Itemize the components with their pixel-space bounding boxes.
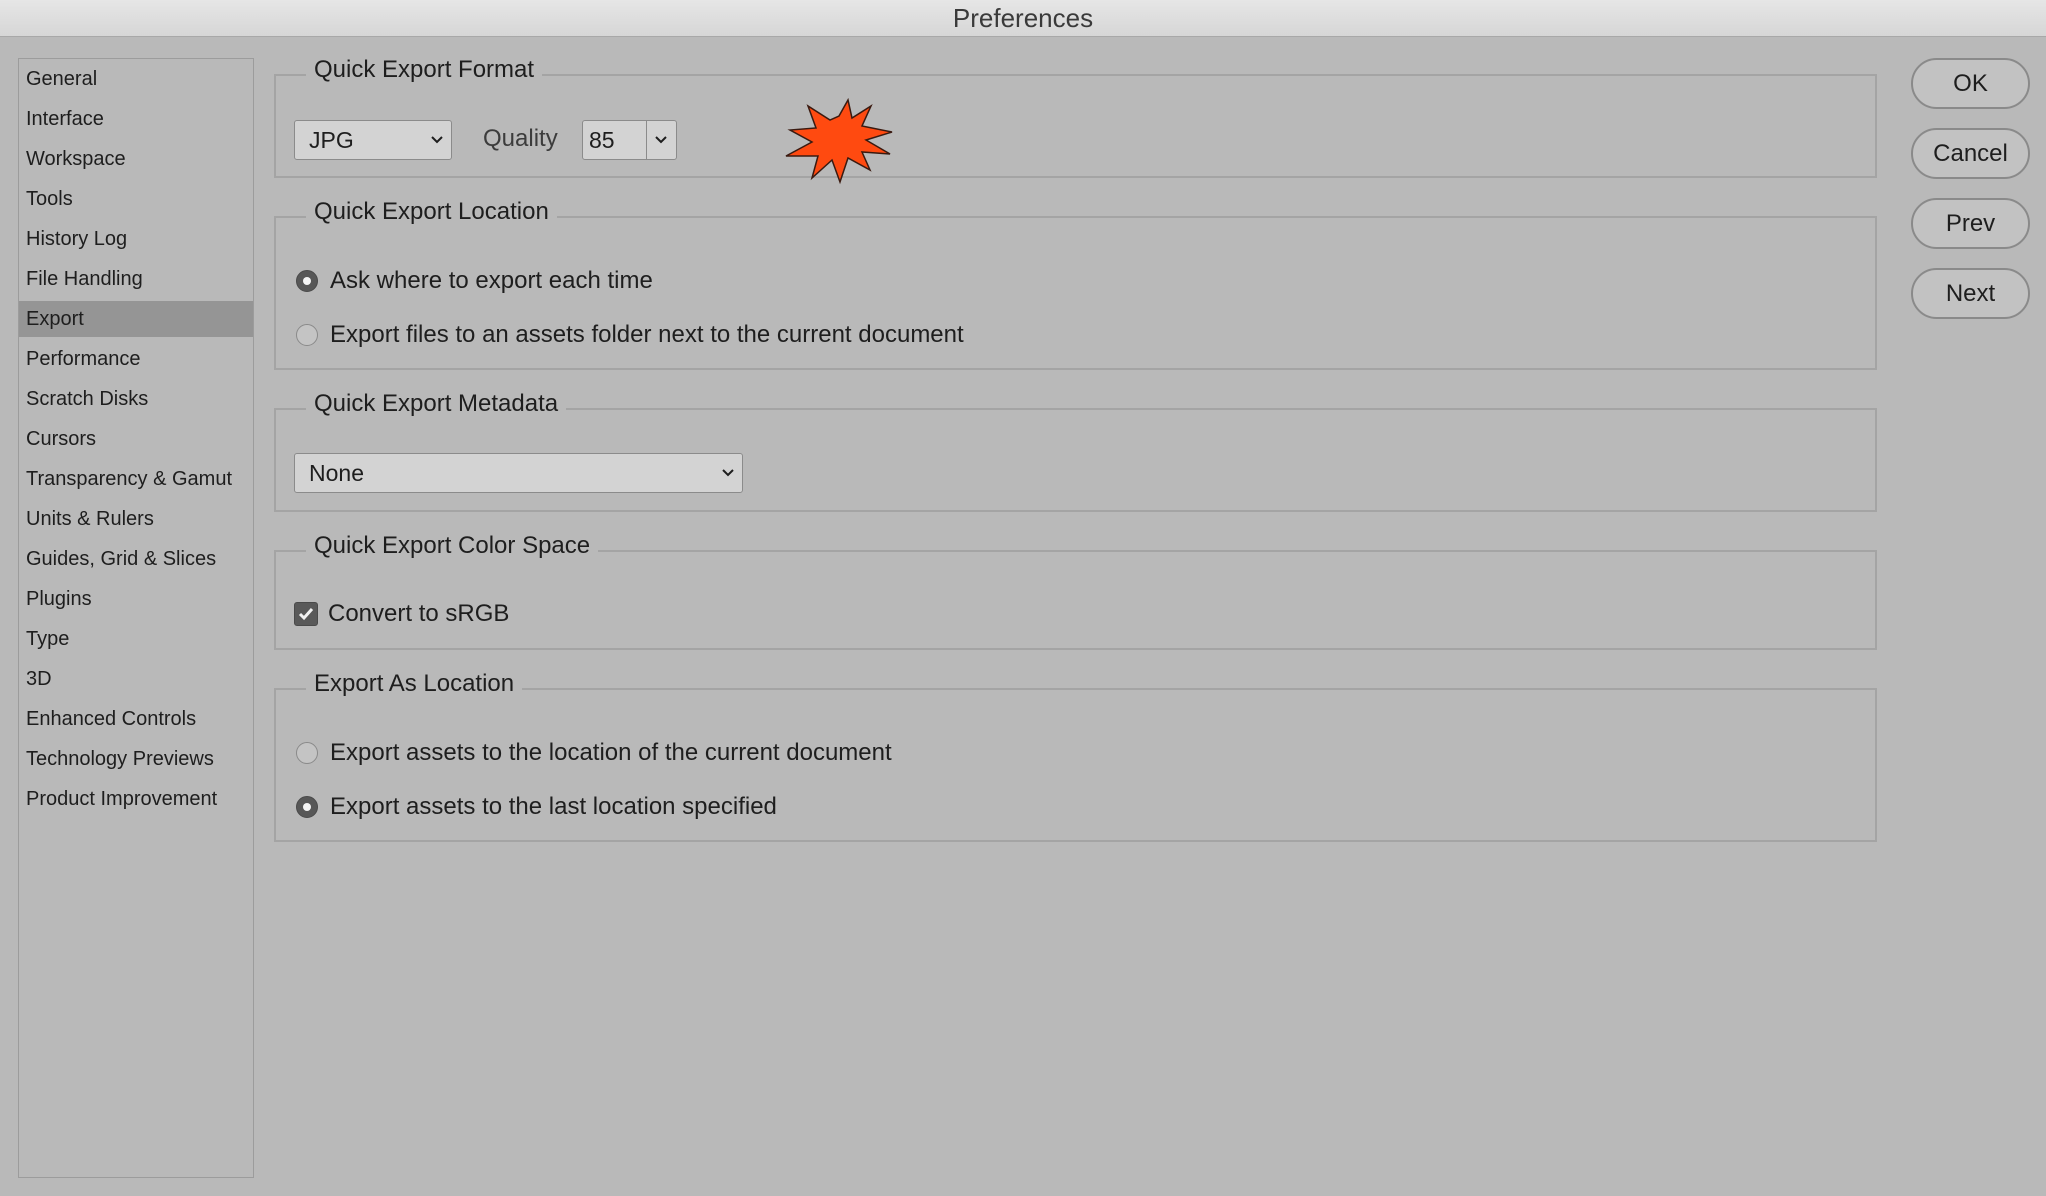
chevron-down-icon: [722, 469, 734, 477]
quick-export-format-legend: Quick Export Format: [306, 53, 543, 87]
check-icon: [298, 608, 314, 621]
quick-export-location-group: Quick Export Location Ask where to expor…: [274, 195, 1877, 370]
quick-export-metadata-group: Quick Export Metadata None: [274, 387, 1877, 512]
quality-value[interactable]: 85: [589, 127, 615, 153]
prev-button[interactable]: Prev: [1911, 198, 2030, 249]
sidebar-item-interface[interactable]: Interface: [19, 101, 253, 137]
sidebar-item-units-rulers[interactable]: Units & Rulers: [19, 501, 253, 537]
sidebar-item-3d[interactable]: 3D: [19, 661, 253, 697]
export-as-location-group: Export As Location Export assets to the …: [274, 667, 1877, 842]
window-titlebar: Preferences: [0, 0, 2046, 37]
combo-divider: [646, 121, 647, 159]
quality-combo[interactable]: 85: [582, 120, 677, 160]
metadata-select-value: None: [309, 460, 364, 486]
sidebar-item-product-improvement[interactable]: Product Improvement: [19, 781, 253, 817]
chevron-down-icon: [431, 136, 443, 144]
sidebar-item-transparency-gamut[interactable]: Transparency & Gamut: [19, 461, 253, 497]
sidebar-item-technology-previews[interactable]: Technology Previews: [19, 741, 253, 777]
preferences-sidebar: General Interface Workspace Tools Histor…: [18, 58, 254, 1178]
quick-export-metadata-legend: Quick Export Metadata: [306, 387, 567, 421]
option-last-location-label[interactable]: Export assets to the last location speci…: [330, 792, 777, 822]
radio-ask-each-time[interactable]: [296, 270, 318, 292]
option-current-document-label[interactable]: Export assets to the location of the cur…: [330, 738, 892, 768]
radio-current-document-location[interactable]: [296, 742, 318, 764]
quick-export-color-space-group: Quick Export Color Space Convert to sRGB: [274, 529, 1877, 650]
sidebar-item-enhanced-controls[interactable]: Enhanced Controls: [19, 701, 253, 737]
sidebar-item-cursors[interactable]: Cursors: [19, 421, 253, 457]
quick-export-format-group: Quick Export Format JPG Quality 85: [274, 53, 1877, 178]
convert-srgb-checkbox[interactable]: [294, 602, 318, 626]
format-select[interactable]: JPG: [294, 120, 452, 160]
export-as-location-legend: Export As Location: [306, 667, 523, 701]
sidebar-item-export[interactable]: Export: [19, 301, 253, 337]
quick-export-location-legend: Quick Export Location: [306, 195, 557, 229]
format-select-value: JPG: [309, 127, 354, 153]
sidebar-item-file-handling[interactable]: File Handling: [19, 261, 253, 297]
convert-srgb-label[interactable]: Convert to sRGB: [328, 599, 509, 629]
sidebar-item-tools[interactable]: Tools: [19, 181, 253, 217]
next-button[interactable]: Next: [1911, 268, 2030, 319]
sidebar-item-guides-grid-slices[interactable]: Guides, Grid & Slices: [19, 541, 253, 577]
quick-export-color-space-legend: Quick Export Color Space: [306, 529, 599, 563]
starburst-marker-icon: [785, 97, 893, 185]
option-assets-folder-label[interactable]: Export files to an assets folder next to…: [330, 320, 964, 350]
ok-button[interactable]: OK: [1911, 58, 2030, 109]
chevron-down-icon[interactable]: [651, 121, 671, 159]
sidebar-item-workspace[interactable]: Workspace: [19, 141, 253, 177]
sidebar-item-type[interactable]: Type: [19, 621, 253, 657]
window-title: Preferences: [952, 3, 1094, 33]
metadata-select[interactable]: None: [294, 453, 743, 493]
option-ask-each-time-label[interactable]: Ask where to export each time: [330, 266, 653, 296]
sidebar-item-scratch-disks[interactable]: Scratch Disks: [19, 381, 253, 417]
cancel-button[interactable]: Cancel: [1911, 128, 2030, 179]
sidebar-item-plugins[interactable]: Plugins: [19, 581, 253, 617]
radio-last-location[interactable]: [296, 796, 318, 818]
sidebar-item-general[interactable]: General: [19, 61, 253, 97]
sidebar-item-performance[interactable]: Performance: [19, 341, 253, 377]
radio-assets-folder[interactable]: [296, 324, 318, 346]
quality-label: Quality: [483, 125, 558, 152]
sidebar-item-history-log[interactable]: History Log: [19, 221, 253, 257]
